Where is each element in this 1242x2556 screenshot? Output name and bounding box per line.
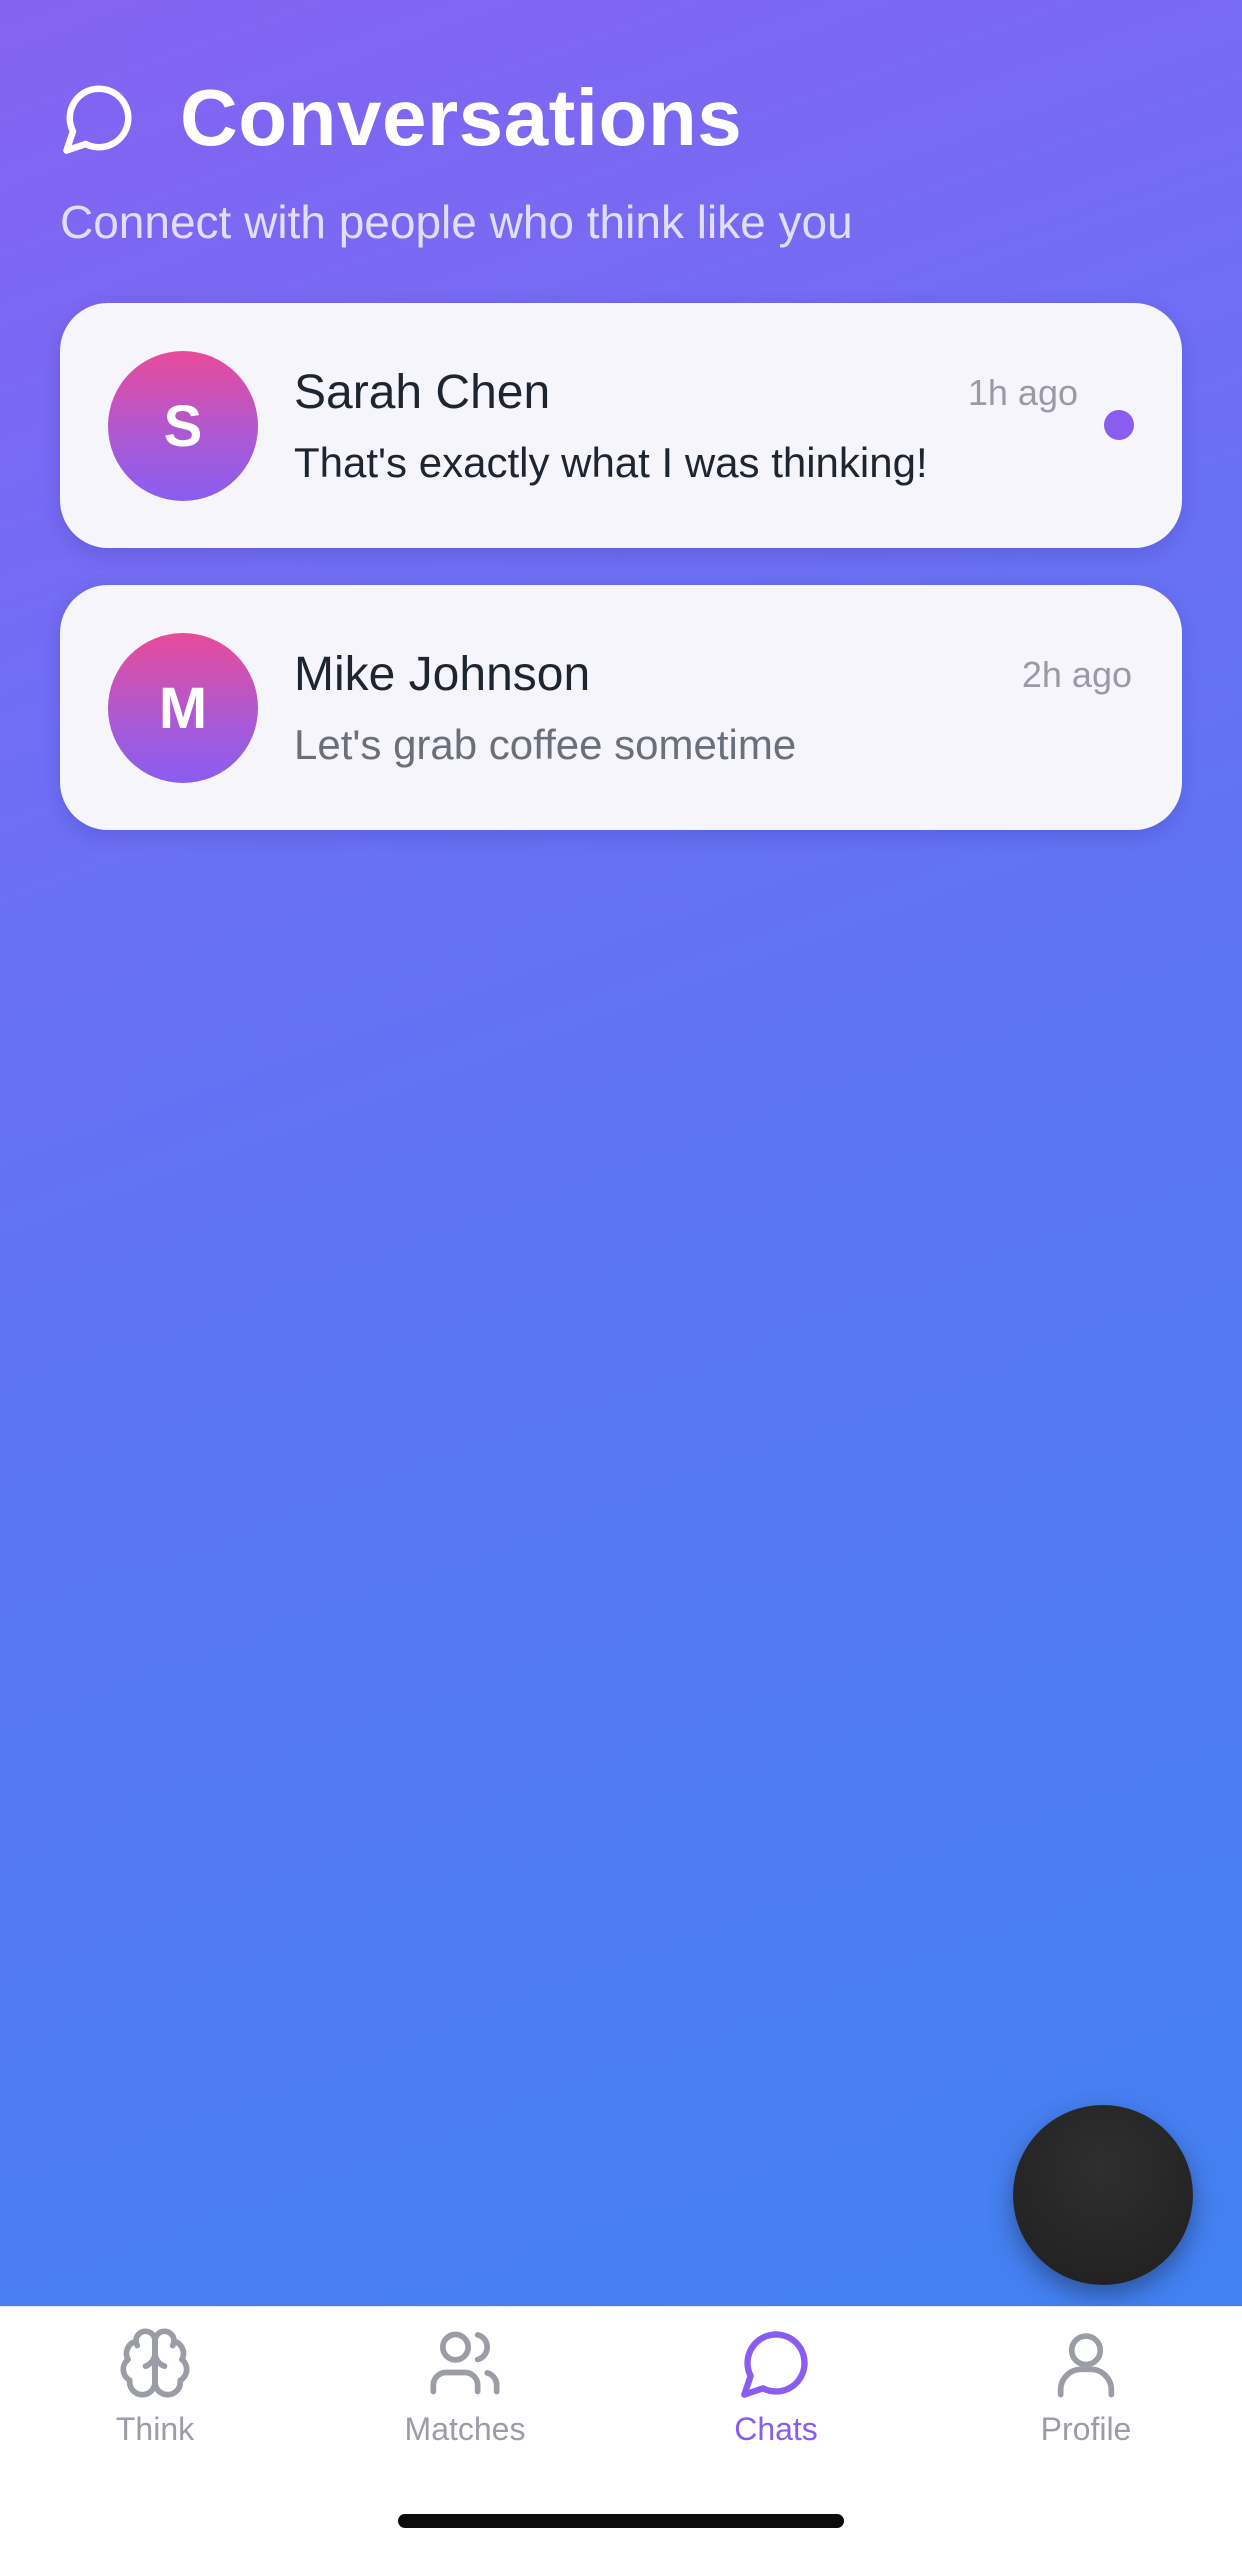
floating-action-button[interactable]: [1013, 2105, 1193, 2285]
message-preview: Let's grab coffee sometime: [294, 721, 797, 768]
chat-bubble-icon: [63, 85, 132, 154]
tab-matches[interactable]: Matches: [345, 2325, 585, 2465]
user-icon: [1057, 2333, 1115, 2398]
page-header: Conversations Connect with people who th…: [60, 68, 1180, 252]
tab-label: Chats: [734, 2411, 818, 2447]
chat-bubble-icon: [741, 2331, 808, 2398]
tab-label: Profile: [1040, 2411, 1132, 2447]
tab-profile[interactable]: Profile: [966, 2325, 1206, 2465]
conversation-item-sarah-chen[interactable]: S Sarah Chen 1h ago That's exactly what …: [60, 303, 1182, 548]
home-indicator: [398, 2514, 844, 2528]
page-title: Conversations: [180, 73, 743, 162]
title-row: Conversations: [60, 68, 1180, 168]
conversation-item-mike-johnson[interactable]: M Mike Johnson 2h ago Let's grab coffee …: [60, 585, 1182, 830]
tab-label: Think: [115, 2411, 195, 2447]
users-icon: [430, 2331, 500, 2395]
avatar: M: [108, 633, 258, 783]
message-time: 2h ago: [1021, 654, 1132, 695]
contact-name: Sarah Chen: [294, 366, 551, 419]
tab-chats[interactable]: Chats: [656, 2325, 896, 2465]
brain-icon: [120, 2328, 190, 2398]
page-subtitle: Connect with people who think like you: [60, 196, 853, 248]
tab-think[interactable]: Think: [35, 2325, 275, 2465]
contact-name: Mike Johnson: [294, 648, 591, 701]
tab-label: Matches: [404, 2411, 526, 2447]
unread-indicator: [1104, 410, 1134, 440]
message-preview: That's exactly what I was thinking!: [294, 439, 928, 486]
conversation-list: S Sarah Chen 1h ago That's exactly what …: [60, 303, 1182, 867]
message-time: 1h ago: [967, 372, 1078, 413]
avatar: S: [108, 351, 258, 501]
